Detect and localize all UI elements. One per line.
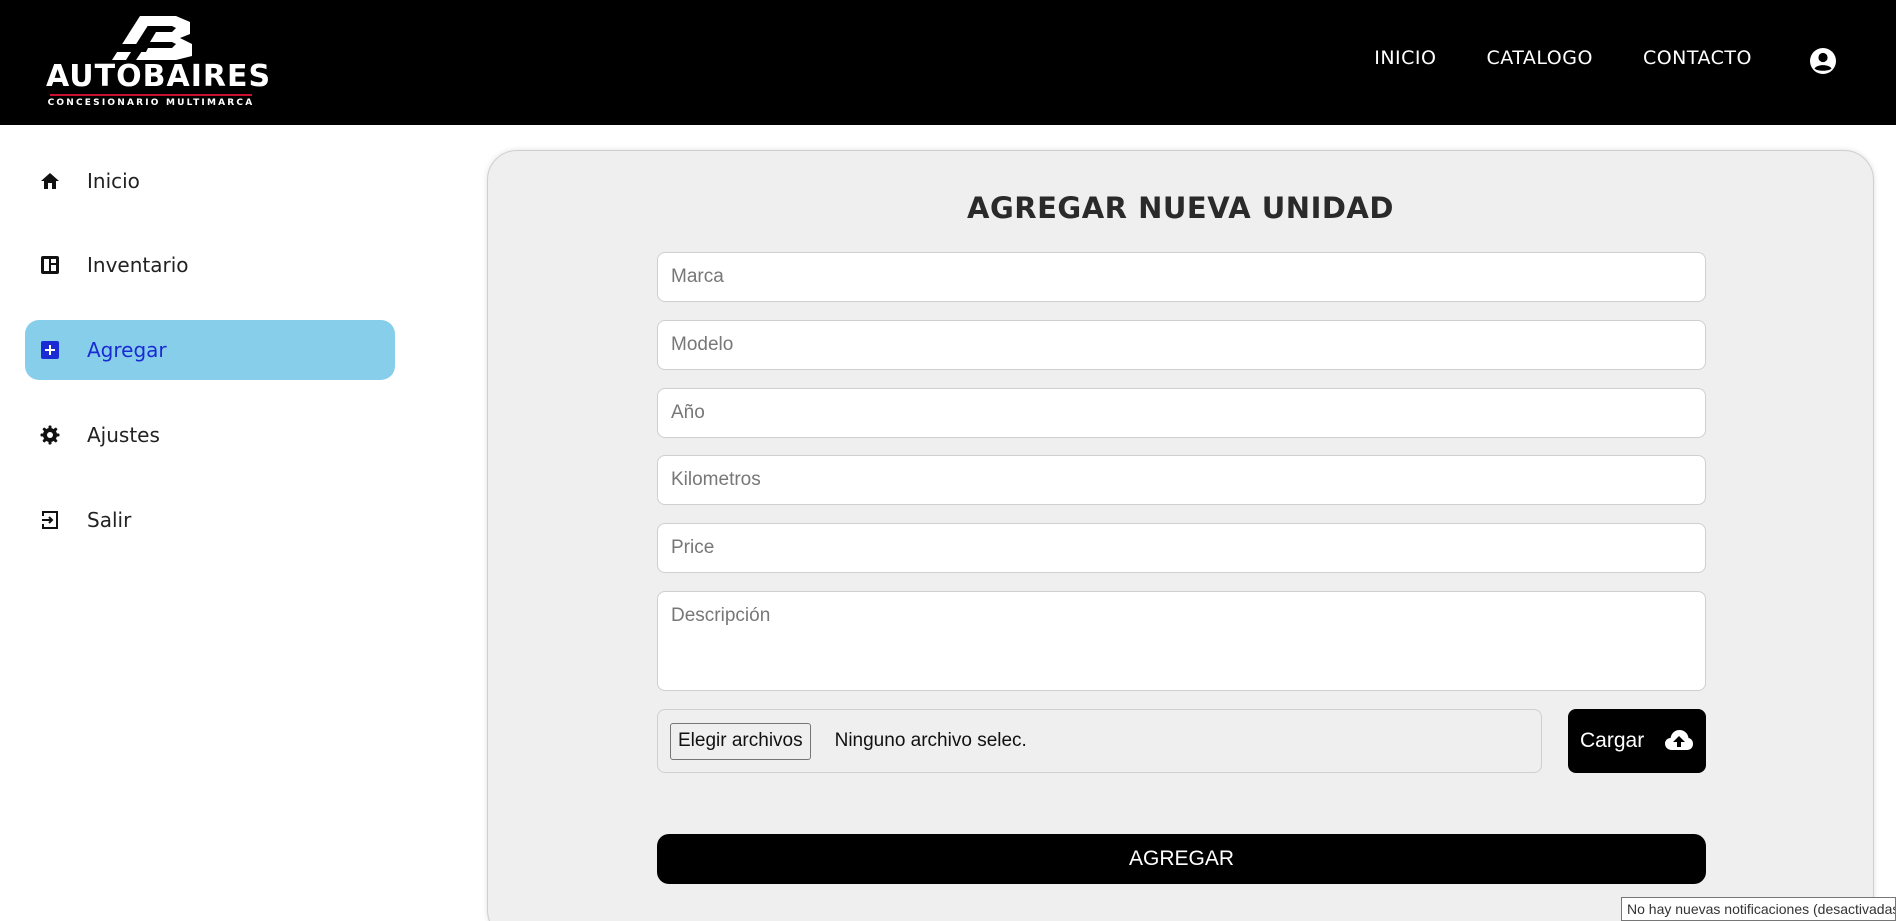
sidebar-item-ajustes[interactable]: Ajustes	[25, 405, 395, 465]
dashboard-icon	[40, 255, 60, 275]
add-unit-form-card: AGREGAR NUEVA UNIDAD Elegir archivos Nin…	[487, 150, 1874, 921]
sidebar-item-agregar[interactable]: Agregar	[25, 320, 395, 380]
descripcion-textarea[interactable]	[657, 591, 1706, 691]
user-circle-icon	[1810, 48, 1836, 74]
sidebar-item-label: Salir	[87, 508, 132, 532]
sidebar-item-label: Inventario	[87, 253, 189, 277]
choose-files-button[interactable]: Elegir archivos	[670, 722, 811, 760]
add-box-icon	[40, 340, 60, 360]
anio-input[interactable]	[657, 388, 1706, 438]
brand-tagline: CONCESIONARIO MULTIMARCA	[47, 98, 255, 108]
sidebar-item-salir[interactable]: Salir	[25, 490, 395, 550]
top-header: AUTOBAIRES CONCESIONARIO MULTIMARCA INIC…	[0, 0, 1896, 125]
brand-divider	[50, 94, 252, 96]
sidebar-item-label: Agregar	[87, 338, 167, 362]
sidebar-item-label: Inicio	[87, 169, 140, 193]
nav-link-contacto[interactable]: CONTACTO	[1643, 47, 1752, 69]
sidebar: Inicio Inventario Agregar Ajustes Salir	[0, 125, 420, 921]
nav-link-catalogo[interactable]: CATALOGO	[1486, 47, 1592, 69]
add-unit-submit-button[interactable]: AGREGAR	[657, 834, 1706, 884]
top-navigation: INICIO CATALOGO CONTACTO	[1374, 47, 1752, 69]
page-title: AGREGAR NUEVA UNIDAD	[967, 191, 1394, 225]
logout-icon	[40, 510, 60, 530]
nav-link-inicio[interactable]: INICIO	[1374, 47, 1436, 69]
kilometros-input[interactable]	[657, 455, 1706, 505]
modelo-input[interactable]	[657, 320, 1706, 370]
gear-icon	[40, 425, 60, 445]
file-picker: Elegir archivos Ninguno archivo selec.	[657, 709, 1542, 773]
logo-mark-icon	[112, 16, 192, 60]
cloud-upload-icon	[1665, 730, 1693, 750]
upload-button[interactable]: Cargar	[1568, 709, 1706, 773]
price-input[interactable]	[657, 523, 1706, 573]
home-icon	[40, 171, 60, 191]
brand-logo[interactable]: AUTOBAIRES CONCESIONARIO MULTIMARCA	[46, 14, 272, 110]
sidebar-item-inicio[interactable]: Inicio	[25, 151, 395, 211]
sidebar-item-label: Ajustes	[87, 423, 160, 447]
notification-tooltip: No hay nuevas notificaciones (desactivad…	[1621, 897, 1896, 921]
marca-input[interactable]	[657, 252, 1706, 302]
sidebar-item-inventario[interactable]: Inventario	[25, 235, 395, 295]
upload-button-label: Cargar	[1580, 729, 1645, 752]
file-status-text: Ninguno archivo selec.	[834, 730, 1027, 751]
brand-name: AUTOBAIRES	[46, 59, 272, 94]
user-account-button[interactable]	[1809, 47, 1837, 75]
